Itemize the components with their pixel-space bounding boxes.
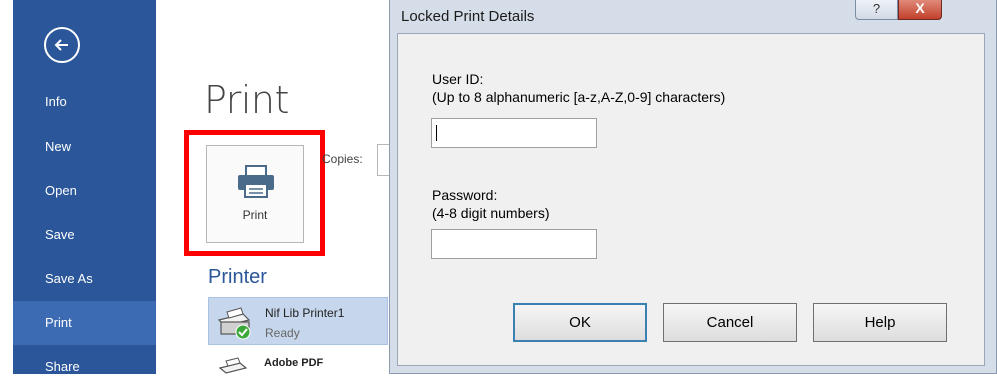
printer-name: Nif Lib Printer1 <box>265 306 345 320</box>
sidebar-item-save-as[interactable]: Save As <box>13 259 156 299</box>
printer-section-title: Printer <box>208 266 267 288</box>
user-id-input[interactable] <box>431 118 597 148</box>
sidebar-item-new[interactable]: New <box>13 127 156 167</box>
back-button[interactable] <box>44 27 80 63</box>
user-id-label: User ID: <box>432 71 484 87</box>
sidebar-item-save[interactable]: Save <box>13 215 156 255</box>
printer-name: Adobe PDF <box>264 357 324 369</box>
dialog-client-area: User ID: (Up to 8 alphanumeric [a-z,A-Z,… <box>397 33 985 366</box>
printer-icon <box>218 357 248 374</box>
password-input[interactable] <box>431 229 597 259</box>
ok-button[interactable]: OK <box>513 303 647 342</box>
password-hint: (4-8 digit numbers) <box>432 205 550 221</box>
dialog-title: Locked Print Details <box>401 8 535 25</box>
sidebar-item-print[interactable]: Print <box>13 301 156 345</box>
printer-ready-icon <box>217 307 251 340</box>
page-title: Print <box>204 78 289 122</box>
user-id-hint: (Up to 8 alphanumeric [a-z,A-Z,0-9] char… <box>432 89 726 105</box>
help-button[interactable]: Help <box>813 303 947 342</box>
printer-item[interactable]: Adobe PDF <box>208 348 388 374</box>
print-button-label: Print <box>242 208 268 222</box>
sidebar-item-open[interactable]: Open <box>13 171 156 211</box>
close-icon: X <box>915 0 925 16</box>
title-help-button[interactable]: ? <box>855 0 898 20</box>
printer-item-selected[interactable]: Nif Lib Printer1 Ready <box>208 297 388 345</box>
cancel-button[interactable]: Cancel <box>663 303 797 342</box>
locked-print-dialog: Locked Print Details ? X User ID: (Up to… <box>389 0 997 374</box>
help-icon: ? <box>872 1 881 16</box>
back-arrow-icon <box>54 39 68 51</box>
printer-status: Ready <box>265 326 300 340</box>
sidebar-item-info[interactable]: Info <box>13 82 156 122</box>
copies-label: Copies: <box>322 152 363 166</box>
password-label: Password: <box>432 187 498 203</box>
print-button[interactable]: Print <box>206 145 304 243</box>
sidebar-item-share[interactable]: Share <box>13 347 156 387</box>
title-close-button[interactable]: X <box>898 0 942 20</box>
printer-icon <box>238 165 274 198</box>
backstage-sidebar: Info New Open Save Save As Print Share <box>13 0 156 374</box>
